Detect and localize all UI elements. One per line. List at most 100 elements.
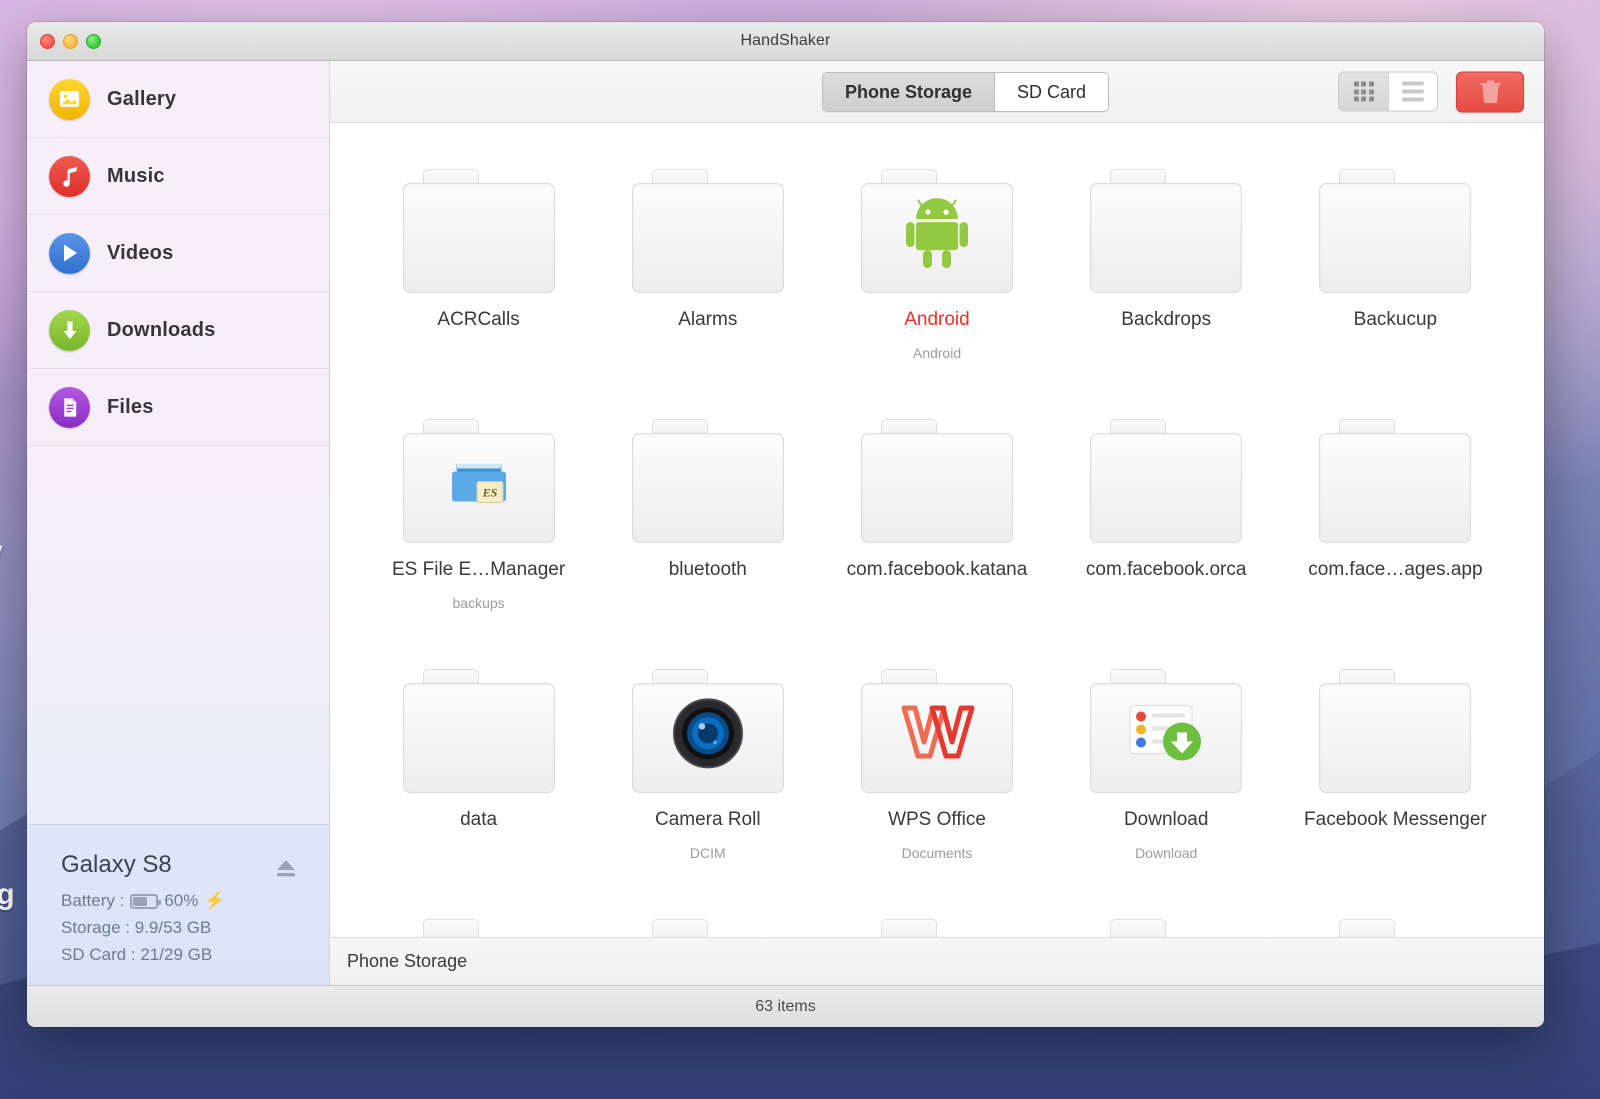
battery-percent: 60% xyxy=(164,891,198,911)
battery-icon xyxy=(130,894,158,909)
folder-icon xyxy=(632,419,784,543)
file-subtitle: backups xyxy=(453,595,505,611)
sidebar-item-label: Files xyxy=(107,396,154,419)
trash-icon[interactable] xyxy=(1456,71,1524,112)
file-item[interactable]: Download Download xyxy=(1052,651,1281,901)
folder-icon[interactable] xyxy=(1319,919,1471,937)
file-subtitle: Android xyxy=(913,345,961,361)
sidebar-item-music[interactable]: Music xyxy=(27,138,329,215)
device-storage-line: Storage : 9.9/53 GB xyxy=(61,918,305,938)
toolbar-right-controls xyxy=(1338,71,1524,112)
desktop-text-fragment-1: y xyxy=(0,535,3,569)
sidebar-item-downloads[interactable]: Downloads xyxy=(27,292,329,369)
file-grid: ACRCalls Alarms xyxy=(330,123,1544,901)
file-item[interactable]: com.facebook.katana xyxy=(822,401,1051,651)
file-name: WPS Office xyxy=(888,809,986,832)
file-grid-next-row-partial xyxy=(364,919,1510,937)
folder-icon xyxy=(861,169,1013,293)
grid-view-icon[interactable] xyxy=(1339,73,1388,111)
file-name: data xyxy=(460,809,497,832)
file-item[interactable]: Backdrops xyxy=(1052,151,1281,401)
folder-icon xyxy=(861,669,1013,793)
file-name: bluetooth xyxy=(669,559,747,582)
folder-icon[interactable] xyxy=(632,919,784,937)
device-name: Galaxy S8 xyxy=(61,851,305,879)
file-item[interactable]: Android Android xyxy=(822,151,1051,401)
breadcrumb[interactable]: Phone Storage xyxy=(347,951,467,972)
file-name: ES File E…Manager xyxy=(392,559,565,582)
folder-icon[interactable] xyxy=(861,919,1013,937)
sidebar-item-label: Videos xyxy=(107,242,173,265)
file-item[interactable]: ES ES File E…Manager backups xyxy=(364,401,593,651)
folder-icon xyxy=(1319,669,1471,793)
tab-phone-storage[interactable]: Phone Storage xyxy=(823,73,994,111)
list-view-icon[interactable] xyxy=(1388,73,1437,111)
file-item[interactable]: data xyxy=(364,651,593,901)
file-item[interactable]: com.facebook.orca xyxy=(1052,401,1281,651)
file-subtitle: DCIM xyxy=(690,845,726,861)
file-subtitle: Download xyxy=(1135,845,1197,861)
folder-icon: ES xyxy=(403,419,555,543)
sidebar-item-label: Downloads xyxy=(107,319,215,342)
charging-bolt-icon: ⚡ xyxy=(204,891,225,911)
device-sdcard-line: SD Card : 21/29 GB xyxy=(61,945,305,965)
folder-icon xyxy=(1090,169,1242,293)
svg-text:ES: ES xyxy=(481,486,497,500)
file-item[interactable]: bluetooth xyxy=(593,401,822,651)
file-item[interactable]: com.face…ages.app xyxy=(1281,401,1510,651)
folder-icon xyxy=(403,169,555,293)
toolbar: Phone Storage SD Card xyxy=(330,61,1544,123)
file-item[interactable]: Alarms xyxy=(593,151,822,401)
file-item[interactable]: Backucup xyxy=(1281,151,1510,401)
traffic-light-group xyxy=(40,34,101,49)
sidebar-item-label: Gallery xyxy=(107,88,176,111)
gallery-icon xyxy=(49,79,90,120)
folder-icon xyxy=(632,169,784,293)
file-grid-scroll-area[interactable]: ACRCalls Alarms xyxy=(330,123,1544,937)
sidebar-item-gallery[interactable]: Gallery xyxy=(27,61,329,138)
file-subtitle: Documents xyxy=(902,845,973,861)
file-name: Backdrops xyxy=(1121,309,1211,332)
eject-icon[interactable] xyxy=(273,857,299,879)
file-name: com.face…ages.app xyxy=(1308,559,1482,582)
file-item[interactable]: ACRCalls xyxy=(364,151,593,401)
sidebar: Gallery Music Videos xyxy=(27,61,330,985)
es-file-explorer-icon: ES xyxy=(444,452,514,519)
folder-icon xyxy=(861,419,1013,543)
file-item[interactable]: Camera Roll DCIM xyxy=(593,651,822,901)
path-bar: Phone Storage xyxy=(330,937,1544,985)
window-title: HandShaker xyxy=(741,32,831,50)
file-name: Facebook Messenger xyxy=(1304,809,1487,832)
file-name: Android xyxy=(904,309,970,332)
download-manager-icon xyxy=(1126,702,1206,769)
zoom-button[interactable] xyxy=(86,34,101,49)
window-titlebar: HandShaker xyxy=(27,22,1544,61)
folder-icon xyxy=(403,669,555,793)
folder-icon xyxy=(1319,169,1471,293)
tab-sd-card[interactable]: SD Card xyxy=(994,73,1108,111)
file-item[interactable]: WPS Office Documents xyxy=(822,651,1051,901)
wps-office-icon xyxy=(896,698,978,773)
window-body: Gallery Music Videos xyxy=(27,61,1544,985)
file-name: Download xyxy=(1124,809,1209,832)
folder-icon[interactable] xyxy=(403,919,555,937)
download-icon xyxy=(49,310,90,351)
close-button[interactable] xyxy=(40,34,55,49)
minimize-button[interactable] xyxy=(63,34,78,49)
sidebar-item-files[interactable]: Files xyxy=(27,369,329,446)
file-item[interactable]: Facebook Messenger xyxy=(1281,651,1510,901)
music-icon xyxy=(49,156,90,197)
sidebar-nav: Gallery Music Videos xyxy=(27,61,329,446)
folder-icon[interactable] xyxy=(1090,919,1242,937)
battery-label: Battery : xyxy=(61,891,124,911)
storage-segmented-control: Phone Storage SD Card xyxy=(822,72,1109,112)
file-name: com.facebook.katana xyxy=(847,559,1028,582)
view-mode-toggle xyxy=(1338,72,1438,112)
camera-lens-icon xyxy=(670,695,746,776)
file-name: com.facebook.orca xyxy=(1086,559,1247,582)
android-robot-icon xyxy=(903,197,971,274)
device-battery-line: Battery : 60% ⚡ xyxy=(61,891,305,911)
file-name: Backucup xyxy=(1354,309,1437,332)
sidebar-item-videos[interactable]: Videos xyxy=(27,215,329,292)
folder-icon xyxy=(1090,669,1242,793)
